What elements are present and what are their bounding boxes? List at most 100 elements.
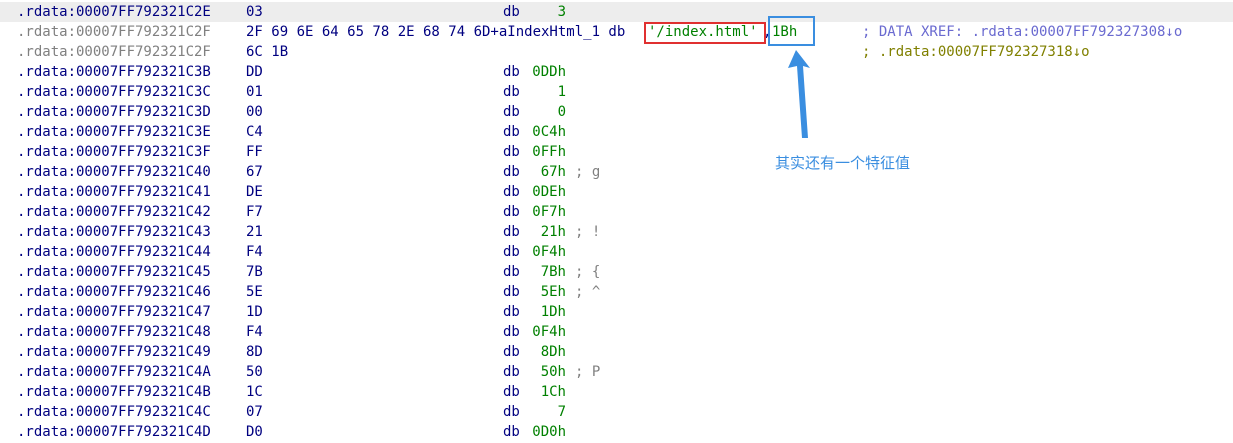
hex-bytes[interactable]: 7B xyxy=(246,262,263,282)
hex-bytes[interactable]: 50 xyxy=(246,362,263,382)
address-label[interactable]: .rdata:00007FF792321C2F xyxy=(17,22,211,42)
hex-bytes[interactable]: F7 xyxy=(246,202,263,222)
mnemonic[interactable]: db xyxy=(503,242,520,262)
operand-value[interactable]: 67h xyxy=(541,162,566,182)
listing-row[interactable]: .rdata:00007FF792321C2F 6C 1B ; .rdata:000… xyxy=(0,42,1233,62)
hex-bytes[interactable]: FF xyxy=(246,142,263,162)
operand-value[interactable]: 0F4h xyxy=(532,322,566,342)
hex-bytes[interactable]: 07 xyxy=(246,402,263,422)
address-label[interactable]: .rdata:00007FF792321C2E xyxy=(17,2,211,22)
address-label[interactable]: .rdata:00007FF792321C3C xyxy=(17,82,211,102)
listing-row[interactable]: .rdata:00007FF792321C4C 07 db 7 xyxy=(0,402,1233,422)
listing-row[interactable]: .rdata:00007FF792321C48 F4 db 0F4h xyxy=(0,322,1233,342)
listing-row[interactable]: .rdata:00007FF792321C3D 00 db 0 xyxy=(0,102,1233,122)
hex-bytes[interactable]: 00 xyxy=(246,102,263,122)
hex-bytes[interactable]: DE xyxy=(246,182,263,202)
mnemonic[interactable]: db xyxy=(503,122,520,142)
xref-comment[interactable]: ; .rdata:00007FF792327318↓o xyxy=(862,42,1090,62)
mnemonic[interactable]: db xyxy=(503,142,520,162)
hex-bytes[interactable]: 8D xyxy=(246,342,263,362)
hex-bytes[interactable]: D0 xyxy=(246,422,263,442)
operand-value[interactable]: 0D0h xyxy=(532,422,566,442)
address-label[interactable]: .rdata:00007FF792321C2F xyxy=(17,42,211,62)
address-label[interactable]: .rdata:00007FF792321C49 xyxy=(17,342,211,362)
mnemonic[interactable]: db xyxy=(503,282,520,302)
ascii-comment[interactable]: ; g xyxy=(575,162,600,182)
mnemonic[interactable]: db xyxy=(503,422,520,442)
mnemonic[interactable]: db xyxy=(503,2,520,22)
operand-value[interactable]: 21h xyxy=(541,222,566,242)
hex-bytes[interactable]: 03 xyxy=(246,2,263,22)
mnemonic[interactable]: db xyxy=(503,402,520,422)
operand-value[interactable]: 7Bh xyxy=(541,262,566,282)
listing-row[interactable]: .rdata:00007FF792321C3F FF db 0FFh xyxy=(0,142,1233,162)
address-label[interactable]: .rdata:00007FF792321C4A xyxy=(17,362,211,382)
mnemonic[interactable]: db xyxy=(503,202,520,222)
mnemonic[interactable]: db xyxy=(503,182,520,202)
address-label[interactable]: .rdata:00007FF792321C47 xyxy=(17,302,211,322)
listing-row[interactable]: .rdata:00007FF792321C46 5E db 5Eh ; ^ xyxy=(0,282,1233,302)
address-label[interactable]: .rdata:00007FF792321C3F xyxy=(17,142,211,162)
operand-value[interactable]: 8Dh xyxy=(541,342,566,362)
xref-comment[interactable]: ; DATA XREF: .rdata:00007FF792327308↓o xyxy=(862,22,1182,42)
address-label[interactable]: .rdata:00007FF792321C4D xyxy=(17,422,211,442)
listing-row[interactable]: .rdata:00007FF792321C2F 2F 69 6E 64 65 78… xyxy=(0,22,1233,42)
listing-row[interactable]: .rdata:00007FF792321C43 21 db 21h ; ! xyxy=(0,222,1233,242)
listing-row[interactable]: .rdata:00007FF792321C3E C4 db 0C4h xyxy=(0,122,1233,142)
operand-value[interactable]: 1Ch xyxy=(541,382,566,402)
mnemonic[interactable]: db xyxy=(503,342,520,362)
hex-bytes[interactable]: C4 xyxy=(246,122,263,142)
ascii-comment[interactable]: ; P xyxy=(575,362,600,382)
listing-row[interactable]: .rdata:00007FF792321C47 1D db 1Dh xyxy=(0,302,1233,322)
mnemonic[interactable]: db xyxy=(503,222,520,242)
operand-value[interactable]: 1 xyxy=(558,82,566,102)
operand-value[interactable]: 3 xyxy=(558,2,566,22)
address-label[interactable]: .rdata:00007FF792321C40 xyxy=(17,162,211,182)
address-label[interactable]: .rdata:00007FF792321C45 xyxy=(17,262,211,282)
address-label[interactable]: .rdata:00007FF792321C44 xyxy=(17,242,211,262)
hex-bytes[interactable]: 5E xyxy=(246,282,263,302)
mnemonic[interactable]: db xyxy=(503,302,520,322)
address-label[interactable]: .rdata:00007FF792321C48 xyxy=(17,322,211,342)
ascii-comment[interactable]: ; { xyxy=(575,262,600,282)
listing-row[interactable]: .rdata:00007FF792321C2E 03 db 3 xyxy=(0,2,1233,22)
operand-value[interactable]: 7 xyxy=(558,402,566,422)
ascii-comment[interactable]: ; ^ xyxy=(575,282,600,302)
hex-bytes[interactable]: 1D xyxy=(246,302,263,322)
mnemonic[interactable]: db xyxy=(503,102,520,122)
disassembly-listing[interactable]: .rdata:00007FF792321C2E 03 db 3 .rdata:00007… xyxy=(0,0,1233,443)
hex-bytes[interactable]: F4 xyxy=(246,242,263,262)
ascii-comment[interactable]: ; ! xyxy=(575,222,600,242)
mnemonic[interactable]: db xyxy=(503,82,520,102)
hex-bytes[interactable]: DD xyxy=(246,62,263,82)
mnemonic[interactable]: db xyxy=(503,62,520,82)
hex-bytes[interactable]: 67 xyxy=(246,162,263,182)
address-label[interactable]: .rdata:00007FF792321C42 xyxy=(17,202,211,222)
listing-row[interactable]: .rdata:00007FF792321C4D D0 db 0D0h xyxy=(0,422,1233,442)
hex-bytes[interactable]: 1C xyxy=(246,382,263,402)
listing-row[interactable]: .rdata:00007FF792321C42 F7 db 0F7h xyxy=(0,202,1233,222)
address-label[interactable]: .rdata:00007FF792321C3B xyxy=(17,62,211,82)
operand-value[interactable]: 0 xyxy=(558,102,566,122)
listing-row[interactable]: .rdata:00007FF792321C3B DD db 0DDh xyxy=(0,62,1233,82)
listing-row[interactable]: .rdata:00007FF792321C4B 1C db 1Ch xyxy=(0,382,1233,402)
operand-value[interactable]: 0DDh xyxy=(532,62,566,82)
hex-bytes[interactable]: 6C 1B xyxy=(246,42,288,62)
listing-row[interactable]: .rdata:00007FF792321C41 DE db 0DEh xyxy=(0,182,1233,202)
address-label[interactable]: .rdata:00007FF792321C41 xyxy=(17,182,211,202)
operand-value[interactable]: 5Eh xyxy=(541,282,566,302)
listing-row[interactable]: .rdata:00007FF792321C45 7B db 7Bh ; { xyxy=(0,262,1233,282)
hex-bytes[interactable]: 2F 69 6E 64 65 78 2E 68 74 6D+aIndexHtml… xyxy=(246,22,625,42)
mnemonic[interactable]: db xyxy=(503,362,520,382)
operand-value[interactable]: 0F7h xyxy=(532,202,566,222)
listing-row[interactable]: .rdata:00007FF792321C49 8D db 8Dh xyxy=(0,342,1233,362)
address-label[interactable]: .rdata:00007FF792321C43 xyxy=(17,222,211,242)
mnemonic[interactable]: db xyxy=(503,162,520,182)
operand-value[interactable]: 0C4h xyxy=(532,122,566,142)
listing-row[interactable]: .rdata:00007FF792321C40 67 db 67h ; g xyxy=(0,162,1233,182)
hex-bytes[interactable]: F4 xyxy=(246,322,263,342)
mnemonic[interactable]: db xyxy=(503,382,520,402)
listing-row[interactable]: .rdata:00007FF792321C44 F4 db 0F4h xyxy=(0,242,1233,262)
mnemonic[interactable]: db xyxy=(503,322,520,342)
address-label[interactable]: .rdata:00007FF792321C3E xyxy=(17,122,211,142)
